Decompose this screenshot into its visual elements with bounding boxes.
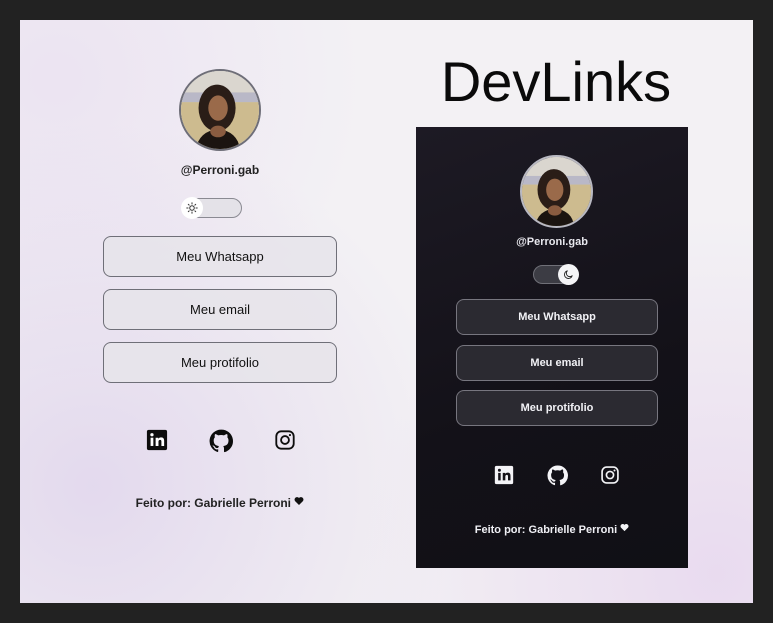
- footer-text: Feito por: Gabrielle Perroni: [474, 524, 618, 536]
- github-icon[interactable]: [209, 429, 233, 453]
- dark-theme-preview: @Perroni.gab Meu Whatsapp Meu email Meu …: [416, 127, 688, 568]
- avatar: [179, 69, 261, 151]
- theme-toggle-knob[interactable]: [558, 264, 579, 285]
- social-links: [494, 465, 620, 486]
- instagram-icon[interactable]: [274, 429, 296, 451]
- social-links: [146, 429, 296, 453]
- portfolio-button[interactable]: Meu protifolio: [456, 390, 658, 426]
- profile-handle: @Perroni.gab: [516, 236, 588, 248]
- footer-credit: Feito por: Gabrielle Perroni: [432, 523, 672, 536]
- sun-icon: [186, 202, 198, 214]
- email-button[interactable]: Meu email: [103, 289, 337, 330]
- heart-icon: [294, 497, 304, 505]
- light-theme-preview: @Perroni.gab Meu Whatsapp Meu email Meu …: [20, 20, 420, 603]
- heart-icon: [620, 523, 629, 532]
- theme-toggle[interactable]: [181, 197, 242, 219]
- whatsapp-button[interactable]: Meu Whatsapp: [103, 236, 337, 277]
- avatar-photo: [522, 157, 591, 226]
- page-title: DevLinks: [440, 50, 672, 113]
- footer-text: Feito por: Gabrielle Perroni: [135, 496, 292, 510]
- linkedin-icon[interactable]: [494, 465, 514, 485]
- email-button[interactable]: Meu email: [456, 345, 658, 381]
- avatar: [520, 155, 593, 228]
- instagram-icon[interactable]: [600, 465, 620, 485]
- moon-icon: [564, 270, 573, 279]
- github-icon[interactable]: [546, 465, 568, 486]
- profile-handle: @Perroni.gab: [180, 163, 260, 177]
- portfolio-button[interactable]: Meu protifolio: [103, 342, 337, 383]
- linkedin-icon[interactable]: [146, 429, 168, 451]
- canvas: @Perroni.gab Meu Whatsapp Meu email Meu …: [20, 20, 753, 603]
- avatar-photo: [181, 71, 259, 149]
- theme-toggle[interactable]: [533, 264, 579, 285]
- footer-credit: Feito por: Gabrielle Perroni: [100, 496, 340, 510]
- theme-toggle-knob[interactable]: [181, 197, 203, 219]
- whatsapp-button[interactable]: Meu Whatsapp: [456, 299, 658, 335]
